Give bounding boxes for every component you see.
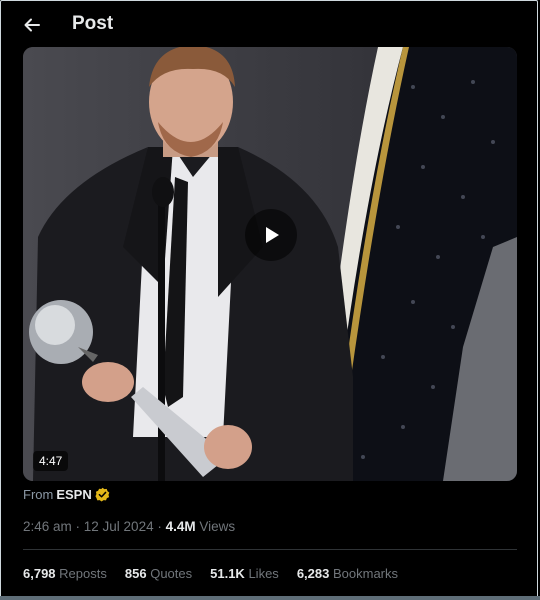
stat-count: 856 [124,566,147,581]
source-prefix: From [23,487,54,502]
stat-quotes[interactable]: 856 Quotes [125,566,192,581]
video-thumbnail [23,47,517,481]
page-title: Post [72,13,114,34]
stat-reposts[interactable]: 6,798 Reposts [23,566,107,581]
stat-label: Reposts [59,566,107,581]
time-date: 2:46 am · 12 Jul 2024 · [23,519,166,534]
verified-badge-icon [95,487,110,502]
stat-count: 6,283 [296,566,330,581]
video-player[interactable]: 4:47 [23,47,517,481]
back-arrow-icon [24,18,40,32]
stat-bookmarks[interactable]: 6,283 Bookmarks [297,566,398,581]
stat-label: Quotes [150,566,193,581]
views-label: Views [199,519,236,534]
top-bar: Post [0,0,540,48]
bottom-edge [0,596,540,600]
stat-count: 51.1K [210,566,245,581]
stat-label: Bookmarks [332,566,399,581]
stat-label: Likes [248,566,279,581]
post-timestamp: 2:46 am · 12 Jul 2024 · 4.4M Views [23,519,235,534]
stat-count: 6,798 [23,566,56,581]
divider [23,549,517,550]
play-button[interactable] [245,209,297,261]
play-icon [266,227,279,243]
back-button[interactable] [18,11,46,39]
engagement-stats: 6,798 Reposts 856 Quotes 51.1K Likes 6,2… [23,566,398,581]
stat-likes[interactable]: 51.1K Likes [210,566,279,581]
source-attribution: From ESPN [23,487,110,502]
video-duration: 4:47 [33,451,69,471]
views-count: 4.4M [165,519,196,534]
source-link[interactable]: ESPN [56,487,91,502]
